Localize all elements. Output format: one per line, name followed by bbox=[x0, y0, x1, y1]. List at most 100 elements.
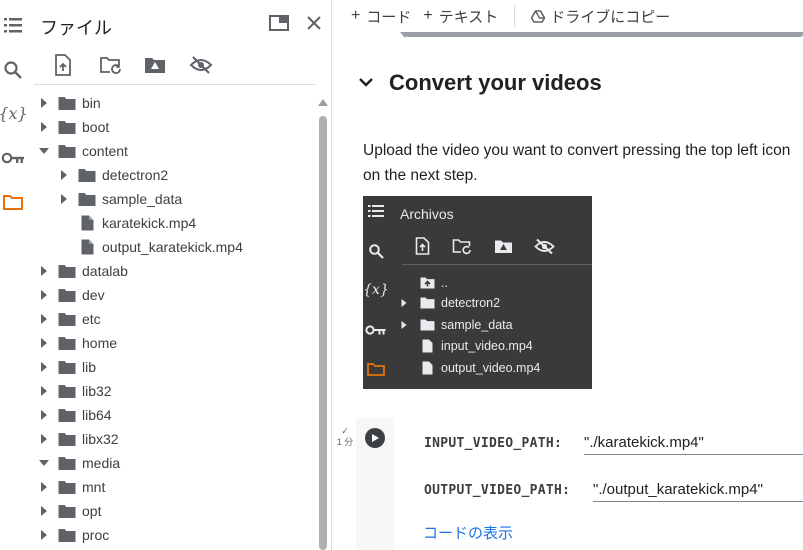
file-icon bbox=[419, 339, 435, 353]
folder-icon[interactable] bbox=[0, 187, 26, 217]
folder-icon bbox=[419, 318, 435, 332]
tree-folder-item[interactable]: datalab bbox=[26, 259, 316, 283]
expand-arrow-icon[interactable] bbox=[38, 289, 50, 301]
embedded-row-label: .. bbox=[441, 276, 448, 290]
expand-arrow-icon[interactable] bbox=[38, 337, 50, 349]
instructions-line-2: on the next step. bbox=[363, 167, 478, 184]
expand-arrow-icon[interactable] bbox=[58, 169, 70, 181]
open-in-tab-icon[interactable] bbox=[265, 9, 293, 37]
tree-folder-item[interactable]: mnt bbox=[26, 475, 316, 499]
close-icon[interactable] bbox=[300, 9, 328, 37]
tree-folder-item[interactable]: home bbox=[26, 331, 316, 355]
tree-folder-item[interactable]: dev bbox=[26, 283, 316, 307]
parent-folder-icon bbox=[419, 276, 435, 290]
tree-folder-item[interactable]: opt bbox=[26, 499, 316, 523]
tree-file-item[interactable]: output_karatekick.mp4 bbox=[26, 235, 316, 259]
file-panel: ファイル bin boot content detectron2 sample_data… bbox=[26, 0, 332, 550]
tree-folder-item[interactable]: etc bbox=[26, 307, 316, 331]
output-path-field[interactable]: "./output_karatekick.mp4" bbox=[593, 478, 803, 502]
folder-icon bbox=[58, 143, 76, 159]
search-icon bbox=[363, 238, 389, 264]
tree-folder-item[interactable]: detectron2 bbox=[26, 163, 316, 187]
output-path-value: "./output_karatekick.mp4" bbox=[593, 481, 763, 498]
add-text-button[interactable]: + テキスト bbox=[421, 2, 508, 30]
folder-icon bbox=[78, 167, 96, 183]
upload-file-icon[interactable] bbox=[52, 50, 97, 80]
tree-item-label: detectron2 bbox=[102, 167, 169, 183]
folder-icon bbox=[419, 296, 435, 310]
variables-icon[interactable]: {x} bbox=[0, 98, 28, 128]
tree-folder-item[interactable]: content bbox=[26, 139, 316, 163]
refresh-folder-icon bbox=[442, 234, 482, 258]
show-code-link[interactable]: コードの表示 bbox=[423, 522, 513, 543]
add-text-label: テキスト bbox=[438, 8, 499, 26]
folder-icon bbox=[58, 455, 76, 471]
left-rail: {x} bbox=[0, 0, 28, 550]
instructions-text: Upload the video you want to convert pre… bbox=[363, 138, 790, 188]
tree-item-label: boot bbox=[82, 119, 110, 135]
run-cell-button[interactable] bbox=[365, 428, 385, 448]
embedded-row-label: output_video.mp4 bbox=[441, 361, 541, 375]
input-path-field[interactable]: "./karatekick.mp4" bbox=[584, 431, 803, 455]
expand-arrow-icon[interactable] bbox=[38, 97, 50, 109]
tree-item-label: libx32 bbox=[82, 431, 119, 447]
instructions-line-1: Upload the video you want to convert pre… bbox=[363, 142, 791, 159]
expand-arrow-icon[interactable] bbox=[38, 505, 50, 517]
toc-list-icon[interactable] bbox=[0, 10, 26, 40]
tree-folder-item[interactable]: proc bbox=[26, 523, 316, 547]
add-code-label: コード bbox=[366, 8, 412, 26]
tree-folder-item[interactable]: lib32 bbox=[26, 379, 316, 403]
embedded-row-up: .. bbox=[399, 272, 448, 294]
embedded-screenshot: Archivos {x} .. detectron2 sample_data inpu… bbox=[363, 196, 592, 389]
tree-file-item[interactable]: karatekick.mp4 bbox=[26, 211, 316, 235]
expand-arrow-icon[interactable] bbox=[38, 529, 50, 541]
previous-cell-edge bbox=[405, 32, 803, 37]
folder-icon bbox=[58, 383, 76, 399]
copy-to-drive-label: ドライブにコピー bbox=[550, 8, 671, 26]
scroll-up-arrow-icon[interactable] bbox=[318, 99, 328, 106]
expand-arrow-icon[interactable] bbox=[38, 409, 50, 421]
scrollbar-thumb[interactable] bbox=[319, 116, 327, 550]
tree-folder-item[interactable]: libx32 bbox=[26, 427, 316, 451]
expand-arrow-icon[interactable] bbox=[38, 313, 50, 325]
collapse-arrow-icon[interactable] bbox=[38, 145, 50, 157]
copy-to-drive-button[interactable]: ドライブにコピー bbox=[523, 2, 680, 30]
tree-folder-item[interactable]: bin bbox=[26, 91, 316, 115]
expand-arrow-icon[interactable] bbox=[38, 481, 50, 493]
plus-icon: + bbox=[351, 7, 361, 24]
mount-drive-icon bbox=[483, 234, 523, 258]
expand-arrow-icon[interactable] bbox=[38, 361, 50, 373]
embedded-variables-label: {x} bbox=[363, 282, 389, 298]
tree-item-label: content bbox=[82, 143, 128, 159]
tree-item-label: opt bbox=[82, 503, 102, 519]
folder-icon bbox=[58, 311, 76, 327]
toc-list-icon bbox=[363, 198, 389, 224]
tree-folder-item[interactable]: media bbox=[26, 451, 316, 475]
expand-arrow-icon bbox=[399, 299, 409, 307]
tree-item-label: output_karatekick.mp4 bbox=[102, 239, 243, 255]
key-icon[interactable] bbox=[0, 143, 26, 173]
embedded-row-file: output_video.mp4 bbox=[399, 357, 540, 379]
refresh-folder-icon[interactable] bbox=[97, 50, 142, 80]
expand-arrow-icon[interactable] bbox=[38, 433, 50, 445]
tree-folder-item[interactable]: lib64 bbox=[26, 403, 316, 427]
add-code-button[interactable]: + コード bbox=[333, 2, 421, 30]
tree-item-label: lib32 bbox=[82, 383, 112, 399]
expand-arrow-icon[interactable] bbox=[38, 265, 50, 277]
tree-item-label: lib bbox=[82, 359, 97, 375]
tree-folder-item[interactable]: lib bbox=[26, 355, 316, 379]
mount-drive-icon[interactable] bbox=[142, 50, 187, 80]
tree-item-label: mnt bbox=[82, 479, 106, 495]
collapse-arrow-icon[interactable] bbox=[38, 457, 50, 469]
expand-arrow-icon[interactable] bbox=[38, 121, 50, 133]
embedded-row-folder: detectron2 bbox=[399, 292, 500, 314]
colab-window: {x} ファイル bin boot content detectron2 sam… bbox=[0, 0, 803, 550]
expand-arrow-icon[interactable] bbox=[38, 385, 50, 397]
folder-icon bbox=[58, 407, 76, 423]
tree-folder-item[interactable]: boot bbox=[26, 115, 316, 139]
expand-arrow-icon[interactable] bbox=[58, 193, 70, 205]
hide-files-icon[interactable] bbox=[187, 50, 232, 80]
collapse-section-chevron-icon[interactable] bbox=[356, 72, 376, 92]
tree-folder-item[interactable]: sample_data bbox=[26, 187, 316, 211]
search-icon[interactable] bbox=[0, 55, 26, 85]
